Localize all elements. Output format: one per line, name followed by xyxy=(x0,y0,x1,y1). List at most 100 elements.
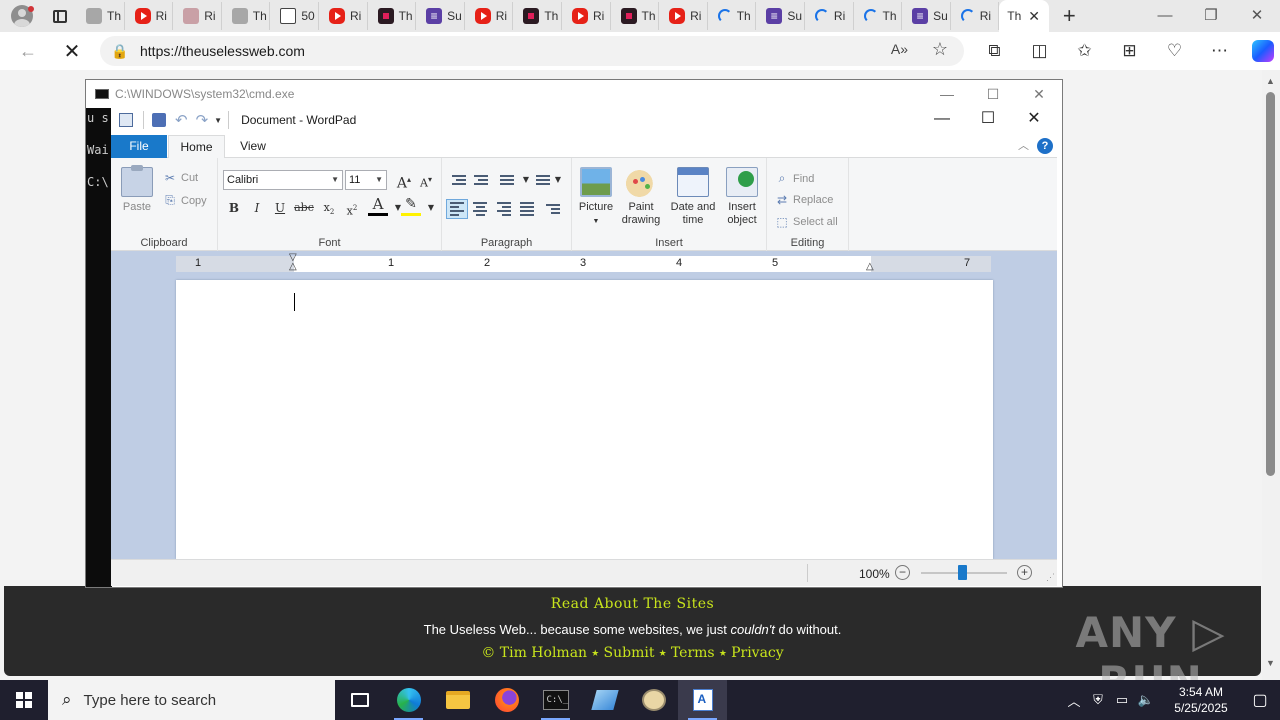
insert-object-button[interactable]: Insert object xyxy=(722,167,762,227)
wordpad-titlebar[interactable]: ↶ ↷ ▼ Document - WordPad xyxy=(111,106,1057,134)
browser-tab[interactable]: Th xyxy=(611,2,660,30)
page-scrollbar[interactable]: ▲ ▼ xyxy=(1262,70,1280,680)
browser-tab[interactable]: Th xyxy=(513,2,562,30)
browser-tab-active[interactable]: Th ✕ xyxy=(999,0,1050,32)
cmd-titlebar[interactable]: C:\WINDOWS\system32\cmd.exe xyxy=(86,80,1062,108)
browser-tab[interactable]: Ri xyxy=(125,2,174,30)
cut-button[interactable]: ✂ Cut xyxy=(163,171,198,185)
profile-button[interactable] xyxy=(0,0,44,32)
bold-icon[interactable]: B xyxy=(224,198,244,218)
read-aloud-icon[interactable]: A» xyxy=(891,41,908,57)
new-tab-button[interactable]: + xyxy=(1049,0,1089,32)
browser-tab[interactable]: Ri xyxy=(659,2,708,30)
zoom-slider-thumb[interactable] xyxy=(958,565,967,580)
browser-tab[interactable]: Su xyxy=(902,2,951,30)
volume-icon[interactable]: 🔈 xyxy=(1134,692,1158,708)
close-button[interactable]: ✕ xyxy=(1234,0,1280,32)
redo-icon[interactable]: ↷ xyxy=(196,111,209,129)
align-left-icon[interactable] xyxy=(446,199,468,219)
paste-button[interactable]: Paste xyxy=(119,165,155,214)
cmd-console[interactable]: u s Wai C:\ xyxy=(86,108,112,587)
network-icon[interactable]: ▭ xyxy=(1110,692,1134,708)
edge-taskbar-button[interactable] xyxy=(384,680,433,720)
paint-drawing-button[interactable]: Paint drawing xyxy=(619,167,663,227)
browser-tab[interactable]: Ri xyxy=(951,2,1000,30)
cmd-maximize-button[interactable]: ☐ xyxy=(970,80,1016,108)
font-family-select[interactable]: Calibri ▼ xyxy=(223,170,343,190)
customize-qat-icon[interactable]: ▼ xyxy=(214,116,222,125)
bullets-icon[interactable] xyxy=(496,170,518,190)
align-center-icon[interactable] xyxy=(469,199,491,219)
align-right-icon[interactable] xyxy=(493,199,515,219)
back-button[interactable]: ← xyxy=(10,35,46,67)
split-screen-icon[interactable]: ◫ xyxy=(1017,41,1062,61)
scroll-up-icon[interactable]: ▲ xyxy=(1266,76,1275,86)
url-text[interactable]: https://theuselessweb.com xyxy=(140,43,305,59)
scroll-down-icon[interactable]: ▼ xyxy=(1266,658,1275,668)
clock[interactable]: 3:54 AM 5/25/2025 xyxy=(1162,684,1240,716)
performance-icon[interactable]: ♡ xyxy=(1152,41,1197,61)
explorer-taskbar-button[interactable] xyxy=(433,680,482,720)
strikethrough-icon[interactable]: abc xyxy=(294,198,314,218)
notification-center-icon[interactable]: ▢ xyxy=(1240,690,1280,710)
browser-tab[interactable]: Th xyxy=(708,2,757,30)
decrease-indent-icon[interactable] xyxy=(448,170,470,190)
address-bar[interactable]: 🔒 https://theuselessweb.com A» ☆ xyxy=(100,36,964,66)
favorite-star-icon[interactable]: ☆ xyxy=(932,39,948,60)
tab-file[interactable]: File xyxy=(111,135,167,158)
font-size-select[interactable]: 11 ▼ xyxy=(345,170,387,190)
picture-button[interactable]: Picture ▼ xyxy=(578,167,614,228)
notepad-taskbar-button[interactable] xyxy=(580,680,629,720)
subscript-icon[interactable]: x2 xyxy=(319,198,339,218)
browser-tab[interactable]: Su xyxy=(756,2,805,30)
help-icon[interactable]: ? xyxy=(1037,138,1053,154)
grow-font-icon[interactable]: A▴ xyxy=(394,170,414,192)
restore-button[interactable]: ❐ xyxy=(1188,0,1234,32)
document-page[interactable] xyxy=(176,280,993,559)
justify-icon[interactable] xyxy=(516,199,538,219)
firefox-taskbar-button[interactable] xyxy=(482,680,531,720)
show-hidden-icons-icon[interactable]: ︿ xyxy=(1062,691,1086,710)
browser-tab[interactable]: Ri xyxy=(465,2,514,30)
scrollbar-thumb[interactable] xyxy=(1266,92,1275,476)
cmd-taskbar-button[interactable]: C:\_ xyxy=(531,680,580,720)
paint-taskbar-button[interactable] xyxy=(629,680,678,720)
save-icon[interactable] xyxy=(152,113,166,127)
replace-button[interactable]: ⇄ Replace xyxy=(775,193,833,207)
browser-tab[interactable]: Th xyxy=(222,2,271,30)
favorites-icon[interactable]: ✩ xyxy=(1062,41,1107,61)
date-time-button[interactable]: Date and time xyxy=(667,167,719,227)
wordpad-app-icon[interactable] xyxy=(119,113,133,127)
left-indent-marker[interactable]: △ xyxy=(289,261,297,272)
browser-tab[interactable]: Ri xyxy=(173,2,222,30)
font-color-icon[interactable]: A xyxy=(368,196,388,216)
italic-icon[interactable]: I xyxy=(247,198,267,218)
wordpad-maximize-button[interactable]: ☐ xyxy=(965,106,1011,132)
undo-icon[interactable]: ↶ xyxy=(175,111,188,129)
copy-button[interactable]: ⎘ Copy xyxy=(163,193,207,208)
tab-view[interactable]: View xyxy=(225,135,281,158)
security-icon[interactable]: ⛨ xyxy=(1086,692,1110,708)
browser-tab[interactable]: Su xyxy=(416,2,465,30)
wordpad-taskbar-button[interactable] xyxy=(678,680,727,720)
copilot-icon[interactable] xyxy=(1252,40,1274,62)
tab-actions-button[interactable] xyxy=(44,0,76,32)
ruler[interactable]: 1 1 2 3 4 5 7 ▽ △ △ xyxy=(176,252,991,272)
highlight-color-icon[interactable]: ✎ xyxy=(401,196,421,216)
dropdown-arrow-icon[interactable]: ▼ xyxy=(548,170,568,190)
right-indent-marker[interactable]: △ xyxy=(866,261,874,272)
zoom-in-icon[interactable]: + xyxy=(1017,565,1032,580)
wordpad-close-button[interactable]: ✕ xyxy=(1011,106,1057,132)
underline-icon[interactable]: U xyxy=(270,198,290,218)
more-menu-icon[interactable]: ⋯ xyxy=(1197,41,1242,61)
taskbar-search[interactable]: ⌕ Type here to search xyxy=(48,680,335,720)
cmd-close-button[interactable]: ✕ xyxy=(1016,80,1062,108)
paragraph-settings-icon[interactable] xyxy=(542,199,564,219)
browser-tab[interactable]: 50 xyxy=(270,2,319,30)
browser-tab[interactable]: Ri xyxy=(319,2,368,30)
stop-loading-button[interactable]: ✕ xyxy=(54,35,90,67)
browser-tab[interactable]: Th xyxy=(368,2,417,30)
collapse-ribbon-icon[interactable]: ︿ xyxy=(1018,137,1029,153)
tab-home[interactable]: Home xyxy=(168,135,225,159)
resize-grip-icon[interactable]: ⋰ xyxy=(1046,572,1055,583)
